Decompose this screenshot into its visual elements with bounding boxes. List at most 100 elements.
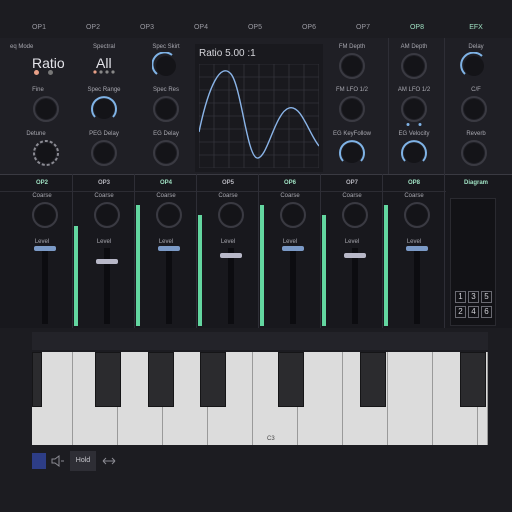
tab-op2[interactable]: OP2 (68, 24, 118, 31)
eg-velocity-knob[interactable] (400, 139, 428, 167)
level-fader-track-op2[interactable] (42, 248, 48, 324)
keyboard-strip (32, 332, 488, 350)
c3-label: C3 (267, 436, 275, 442)
channel-op2-header[interactable]: OP2 (12, 180, 72, 186)
level-meter-op4 (136, 205, 140, 326)
separator (444, 174, 445, 328)
coarse-knob-op4[interactable] (155, 201, 183, 229)
white-key[interactable] (298, 352, 343, 445)
coarse-knob-op3[interactable] (93, 201, 121, 229)
detune-knob[interactable] (32, 139, 60, 167)
channel-op8-header[interactable]: OP8 (384, 180, 444, 186)
level-fader-track-op6[interactable] (290, 248, 296, 324)
coarse-knob-op2[interactable] (31, 201, 59, 229)
am-lfo-label: AM LFO 1/2 (397, 87, 431, 93)
level-fader-handle-op8[interactable] (406, 246, 428, 251)
spec-skirt-knob[interactable] (152, 52, 180, 80)
channel-op4-header[interactable]: OP4 (136, 180, 196, 186)
peg-delay-label: PEG Delay (89, 131, 119, 137)
fm-depth-knob[interactable] (338, 52, 366, 80)
coarse-knob-op6[interactable] (279, 201, 307, 229)
freq-mode-label: eq Mode (10, 44, 34, 50)
black-key[interactable] (460, 352, 486, 407)
tab-op6[interactable]: OP6 (284, 24, 334, 31)
black-key[interactable] (360, 352, 386, 407)
level-fader-handle-op4[interactable] (158, 246, 180, 251)
level-label: Level (344, 239, 360, 245)
waveform-graph (199, 64, 319, 168)
level-fader-handle-op7[interactable] (344, 253, 366, 258)
black-key[interactable] (32, 352, 42, 407)
level-fader-track-op8[interactable] (414, 248, 420, 324)
channel-op6-header[interactable]: OP6 (260, 180, 320, 186)
coarse-label: Coarse (156, 193, 176, 199)
tab-op7[interactable]: OP7 (338, 24, 388, 31)
piano-keyboard: C3 (32, 352, 488, 445)
volume-down-icon[interactable] (51, 455, 65, 467)
mode-dot-icon (48, 70, 53, 75)
eg-delay-label: EG Delay (153, 131, 179, 137)
algorithm-diagram[interactable]: 1 3 5 2 4 6 (450, 198, 496, 326)
coarse-knob-op8[interactable] (403, 201, 431, 229)
am-depth-knob[interactable] (400, 52, 428, 80)
diagram-op-box: 1 (455, 291, 466, 303)
level-fader-handle-op6[interactable] (282, 246, 304, 251)
black-key[interactable] (200, 352, 226, 407)
coarse-knob-op7[interactable] (341, 201, 369, 229)
black-key[interactable] (148, 352, 174, 407)
tab-efx[interactable]: EFX (451, 24, 501, 31)
channel-op3-header[interactable]: OP3 (74, 180, 134, 186)
level-fader-track-op4[interactable] (166, 248, 172, 324)
black-key[interactable] (278, 352, 304, 407)
reverb-knob[interactable] (460, 139, 488, 167)
delay-knob[interactable] (460, 52, 488, 80)
level-meter-op5 (198, 215, 202, 326)
eg-keyfollow-knob[interactable] (338, 139, 366, 167)
tab-op4[interactable]: OP4 (176, 24, 226, 31)
diagram-op-box: 4 (468, 306, 479, 318)
level-fader-handle-op5[interactable] (220, 253, 242, 258)
peg-delay-knob[interactable] (90, 139, 118, 167)
separator (72, 174, 73, 328)
lfo-select-dots-icon (406, 123, 422, 126)
operator-tab-bar: OP1 OP2 OP3 OP4 OP5 OP6 OP7 OP8 EFX (0, 24, 512, 38)
level-fader-track-op7[interactable] (352, 248, 358, 324)
freq-mode-value[interactable]: Ratio (32, 55, 65, 71)
delay-label: Delay (468, 44, 484, 50)
fine-knob[interactable] (32, 95, 60, 123)
channel-op5-header[interactable]: OP5 (198, 180, 258, 186)
level-label: Level (406, 239, 422, 245)
level-label: Level (96, 239, 112, 245)
channel-op7-header[interactable]: OP7 (322, 180, 382, 186)
level-label: Level (282, 239, 298, 245)
eg-keyfollow-label: EG KeyFollow (332, 131, 371, 137)
white-key[interactable] (388, 352, 433, 445)
diagram-header[interactable]: Diagram (446, 180, 506, 186)
separator (258, 174, 259, 328)
eg-delay-knob[interactable] (152, 139, 180, 167)
black-key[interactable] (95, 352, 121, 407)
diagram-op-box: 3 (468, 291, 479, 303)
tab-op8[interactable]: OP8 (392, 24, 442, 31)
spec-res-knob[interactable] (152, 95, 180, 123)
level-fader-handle-op3[interactable] (96, 259, 118, 264)
fm-lfo-knob[interactable] (338, 95, 366, 123)
tab-op3[interactable]: OP3 (122, 24, 172, 31)
level-fader-handle-op2[interactable] (34, 246, 56, 251)
level-meter-op6 (260, 205, 264, 326)
cf-knob[interactable] (460, 95, 488, 123)
octave-shift-icon[interactable] (102, 456, 116, 466)
mode-dot-icon (34, 70, 39, 75)
fm-depth-label: FM Depth (338, 44, 366, 50)
level-meter-op8 (384, 205, 388, 326)
level-fader-track-op5[interactable] (228, 248, 234, 324)
tab-op1[interactable]: OP1 (14, 24, 64, 31)
hold-button[interactable]: Hold (70, 451, 96, 471)
coarse-label: Coarse (94, 193, 114, 199)
am-lfo-knob[interactable] (400, 95, 428, 123)
spec-range-knob[interactable] (90, 95, 118, 123)
tab-op5[interactable]: OP5 (230, 24, 280, 31)
keyboard-color-button[interactable] (32, 453, 46, 469)
level-label: Level (34, 239, 50, 245)
coarse-knob-op5[interactable] (217, 201, 245, 229)
